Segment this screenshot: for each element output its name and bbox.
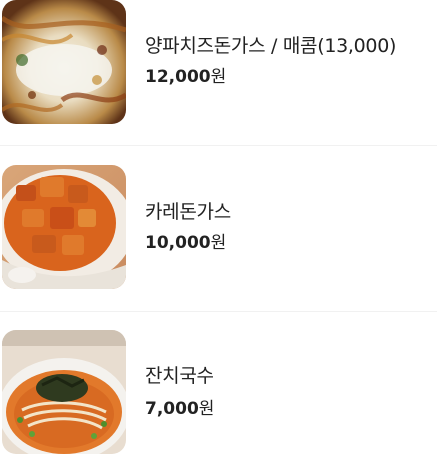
menu-list: 양파치즈돈가스 / 매콤(13,000) 12,000원 카레돈가스 10,00… <box>0 0 437 470</box>
menu-item-name: 잔치국수 <box>145 365 214 387</box>
divider <box>0 311 437 312</box>
menu-item-name: 카레돈가스 <box>145 201 231 223</box>
menu-item-curry-cutlet[interactable]: 카레돈가스 10,000원 <box>0 165 437 295</box>
food-image <box>2 0 126 124</box>
divider <box>0 145 437 146</box>
menu-item-onion-cheese-cutlet[interactable]: 양파치즈돈가스 / 매콤(13,000) 12,000원 <box>0 0 437 130</box>
food-image <box>2 330 126 454</box>
price-currency: 원 <box>210 67 227 87</box>
menu-item-price: 7,000원 <box>145 398 214 420</box>
price-value: 10,000 <box>145 233 211 253</box>
price-value: 12,000 <box>145 67 211 87</box>
banquet-noodles-photo[interactable] <box>2 330 126 454</box>
price-currency: 원 <box>210 233 227 253</box>
curry-cutlet-photo[interactable] <box>2 165 126 289</box>
price-value: 7,000 <box>145 399 199 419</box>
menu-item-banquet-noodles[interactable]: 잔치국수 7,000원 <box>0 330 437 460</box>
onion-cheese-cutlet-photo[interactable] <box>2 0 126 124</box>
menu-item-price: 10,000원 <box>145 232 226 254</box>
menu-item-name: 양파치즈돈가스 / 매콤(13,000) <box>145 35 397 57</box>
food-image <box>2 165 126 289</box>
menu-item-price: 12,000원 <box>145 66 226 88</box>
price-currency: 원 <box>198 399 215 419</box>
